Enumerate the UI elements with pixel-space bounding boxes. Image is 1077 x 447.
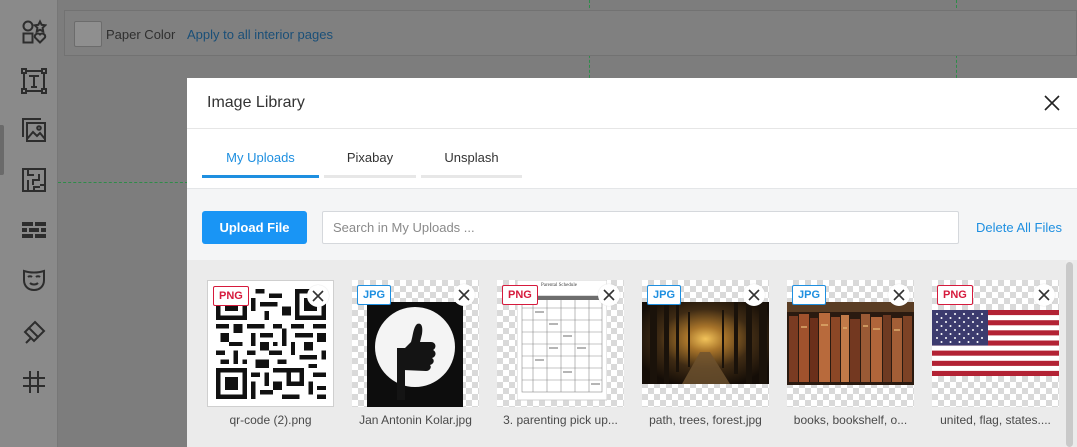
paper-color-label: Paper Color (106, 27, 176, 42)
tab-label: My Uploads (226, 150, 295, 165)
tab-label: Unsplash (444, 150, 499, 165)
file-thumbnail[interactable]: Parental Schedule PNG (497, 280, 624, 407)
tab-label: Pixabay (346, 150, 394, 165)
file-card[interactable]: Parental Schedule PNG 3. parenting pick … (497, 280, 624, 428)
editor-sidebar (0, 0, 58, 447)
file-thumbnail[interactable]: JPG (352, 280, 479, 407)
tab-underline (202, 175, 319, 178)
maze-icon[interactable] (20, 166, 48, 194)
tab-unsplash[interactable]: Unsplash (421, 148, 522, 178)
file-thumbnail[interactable]: JPG (787, 280, 914, 407)
file-type-badge: JPG (647, 285, 682, 305)
close-icon[interactable] (307, 285, 329, 307)
page-toolbar: Paper Color Apply to all interior pages (64, 10, 1077, 56)
tab-underline (421, 175, 522, 178)
upload-file-button[interactable]: Upload File (202, 211, 307, 244)
brick-icon[interactable] (20, 216, 48, 244)
file-card[interactable]: JPG Jan Antonin Kolar.jpg (352, 280, 479, 428)
brush-icon[interactable] (20, 318, 48, 346)
close-icon[interactable] (888, 284, 910, 306)
bookshelf-image (787, 302, 914, 385)
divider (187, 128, 1077, 129)
file-name: united, flag, states.... (940, 413, 1051, 427)
file-card[interactable]: JPG books, bookshelf, o... (787, 280, 914, 428)
shapes-icon[interactable] (20, 18, 48, 46)
apply-all-pages-link[interactable]: Apply to all interior pages (187, 27, 333, 42)
image-icon[interactable] (20, 116, 48, 144)
file-name: path, trees, forest.jpg (649, 413, 762, 427)
paper-color-swatch[interactable] (74, 21, 102, 47)
file-type-badge: PNG (937, 285, 973, 305)
search-input[interactable] (322, 211, 959, 244)
forest-path-image (642, 302, 769, 384)
file-type-badge: JPG (357, 285, 392, 305)
tab-underline (324, 175, 416, 178)
file-card[interactable]: PNG united, flag, states.... (932, 280, 1059, 428)
file-thumbnail[interactable]: PNG (207, 280, 334, 407)
guide-line (58, 182, 188, 183)
library-toolbar: Upload File Delete All Files (187, 188, 1077, 260)
close-icon[interactable] (743, 284, 765, 306)
mask-icon[interactable] (20, 266, 48, 294)
close-icon[interactable] (453, 284, 475, 306)
close-icon[interactable] (1043, 94, 1061, 112)
file-name: Jan Antonin Kolar.jpg (359, 413, 472, 427)
image-library-modal: Image Library My Uploads Pixabay Unsplas… (187, 78, 1077, 447)
file-type-badge: PNG (213, 286, 249, 306)
file-card[interactable]: PNG qr-code (2).png (207, 280, 334, 428)
file-thumbnail[interactable]: PNG (932, 280, 1059, 407)
us-flag-image (932, 310, 1059, 376)
thumbs-up-image (367, 302, 463, 407)
file-thumbnail[interactable]: JPG (642, 280, 769, 407)
close-icon[interactable] (598, 284, 620, 306)
sidebar-handle[interactable] (0, 125, 4, 175)
file-type-badge: JPG (792, 285, 827, 305)
delete-all-files-link[interactable]: Delete All Files (976, 220, 1062, 235)
scrollbar-thumb[interactable] (1066, 262, 1073, 447)
file-name: qr-code (2).png (229, 413, 312, 427)
tab-my-uploads[interactable]: My Uploads (202, 148, 319, 178)
file-name: books, bookshelf, o... (793, 413, 908, 427)
hash-icon[interactable] (20, 368, 48, 396)
close-icon[interactable] (1033, 284, 1055, 306)
file-grid: PNG qr-code (2).png JPG Jan Antonin Kola… (187, 260, 1077, 447)
document-title: Parental Schedule (541, 283, 577, 288)
text-icon[interactable] (20, 67, 48, 95)
tab-pixabay[interactable]: Pixabay (324, 148, 416, 178)
modal-title: Image Library (207, 94, 305, 111)
file-name: 3. parenting pick up... (503, 413, 618, 427)
file-type-badge: PNG (502, 285, 538, 305)
file-card[interactable]: JPG path, trees, forest.jpg (642, 280, 769, 428)
